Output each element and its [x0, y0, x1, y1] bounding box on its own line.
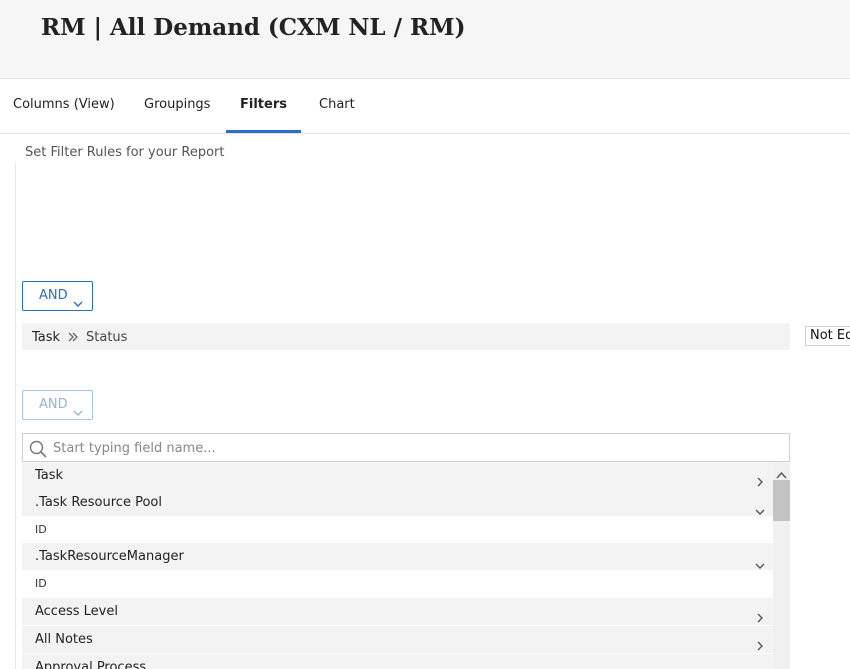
chevron-down-icon	[73, 291, 83, 319]
list-item[interactable]: Approval Process	[22, 654, 773, 669]
list-item[interactable]: Task	[22, 462, 773, 489]
list-item[interactable]: .Task Resource Pool	[22, 489, 773, 516]
scrollbar-thumb[interactable]	[773, 480, 790, 521]
list-item[interactable]: ID	[22, 570, 773, 597]
list-item-label: All Notes	[35, 632, 93, 647]
tab-chart[interactable]: Chart	[319, 79, 355, 133]
logic-operator-dropdown-secondary[interactable]: AND	[22, 390, 93, 420]
list-item-label: .TaskResourceManager	[35, 549, 184, 564]
list-item-label: .Task Resource Pool	[35, 495, 162, 510]
tab-columns-view[interactable]: Columns (View)	[13, 79, 115, 133]
list-item-label: ID	[35, 577, 47, 590]
list-item-label: Approval Process	[35, 660, 147, 669]
tab-groupings[interactable]: Groupings	[144, 79, 210, 133]
page-header: RM | All Demand (CXM NL / RM)	[0, 0, 850, 79]
list-item-label: ID	[35, 523, 47, 536]
filter-rule-row[interactable]: Task Status	[22, 323, 790, 350]
list-item-label: Access Level	[35, 604, 118, 619]
logic-operator-label: AND	[39, 397, 68, 412]
double-chevron-right-icon	[67, 325, 79, 354]
logic-operator-label: AND	[39, 288, 68, 303]
field-list-scrollbar[interactable]	[773, 462, 790, 669]
logic-operator-dropdown[interactable]: AND	[22, 281, 93, 311]
field-list: Task .Task Resource Pool ID .TaskResourc…	[22, 462, 773, 669]
list-item[interactable]: Access Level	[22, 598, 773, 625]
field-search-box[interactable]	[22, 433, 790, 462]
list-item[interactable]: ID	[22, 516, 773, 543]
list-item[interactable]: .TaskResourceManager	[22, 543, 773, 570]
rule-operator-select[interactable]: Not Equal	[805, 326, 850, 346]
rule-field-name: Status	[86, 330, 128, 345]
search-icon	[29, 440, 47, 462]
filter-group-divider	[15, 163, 16, 669]
tab-bar: Columns (View) Groupings Filters Chart	[0, 79, 850, 134]
rule-field-entity: Task	[32, 330, 61, 345]
page-title: RM | All Demand (CXM NL / RM)	[41, 14, 466, 41]
chevron-right-icon	[757, 662, 764, 669]
chevron-down-icon	[73, 400, 83, 428]
tab-filters[interactable]: Filters	[226, 79, 301, 133]
filters-subtitle: Set Filter Rules for your Report	[25, 145, 225, 160]
list-item[interactable]: All Notes	[22, 626, 773, 653]
list-item-label: Task	[35, 468, 64, 483]
field-search-input[interactable]	[53, 438, 773, 458]
